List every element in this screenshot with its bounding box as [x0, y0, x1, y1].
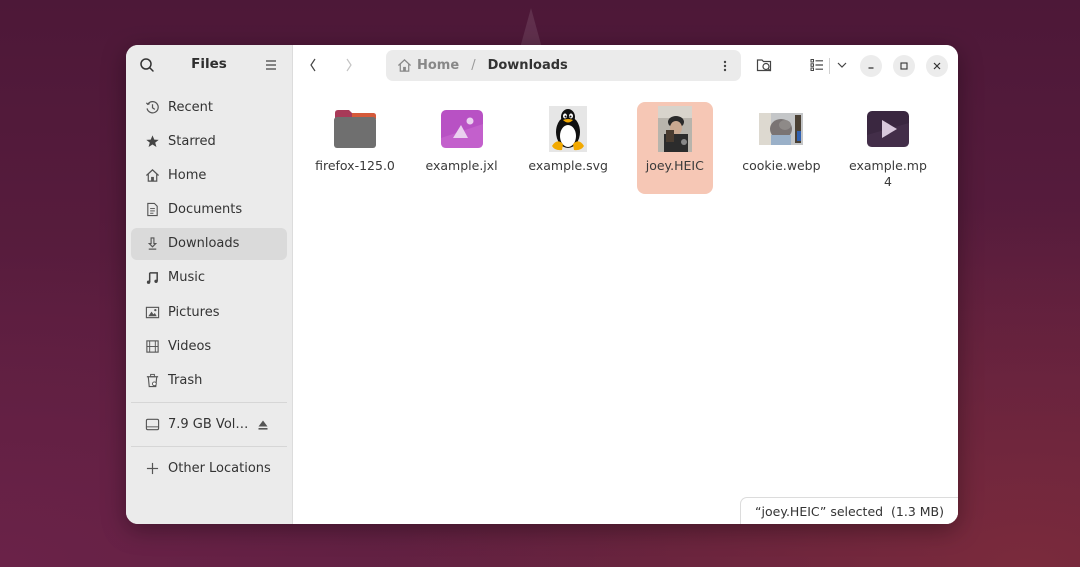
image-file-icon: [434, 104, 490, 154]
sidebar-item-label: Music: [168, 270, 205, 286]
tux-penguin-icon: [540, 104, 596, 154]
search-folder-button[interactable]: [753, 53, 777, 77]
sidebar-item-videos[interactable]: Videos: [131, 330, 287, 362]
download-icon: [144, 236, 160, 252]
sidebar-item-label: Downloads: [168, 236, 240, 252]
view-list-button[interactable]: [805, 53, 829, 77]
breadcrumb-home-label: Home: [417, 58, 460, 73]
toolbar-divider: [829, 58, 830, 74]
wallpaper-decoration: [520, 8, 542, 48]
sidebar-item-pictures[interactable]: Pictures: [131, 296, 287, 328]
file-item-example-mp4[interactable]: example.mp4: [849, 102, 927, 194]
file-grid: firefox-125.0 example.jxl example.svg jo…: [315, 102, 957, 194]
view-options-button[interactable]: [832, 53, 852, 77]
close-icon: [933, 62, 941, 70]
files-window: Files Recent Starred Home Documents Down…: [126, 45, 958, 524]
maximize-icon: [900, 62, 908, 70]
eject-icon[interactable]: [257, 419, 269, 431]
hamburger-menu-icon[interactable]: [264, 58, 278, 72]
sidebar-item-music[interactable]: Music: [131, 262, 287, 294]
sidebar-item-label: Recent: [168, 99, 213, 115]
plus-icon: [144, 461, 160, 477]
toolbar: Home / Downloads: [293, 45, 958, 85]
sidebar-item-volume[interactable]: 7.9 GB Vol…: [131, 409, 287, 441]
more-options-icon[interactable]: [719, 59, 731, 73]
file-item-firefox-folder[interactable]: firefox-125.0: [315, 102, 395, 194]
folder-search-icon: [756, 59, 772, 72]
picture-icon: [144, 304, 160, 320]
file-name: example.svg: [528, 158, 608, 173]
maximize-button[interactable]: [893, 55, 915, 77]
sidebar-divider: [131, 445, 287, 447]
close-button[interactable]: [926, 55, 948, 77]
drive-icon: [144, 417, 160, 433]
sidebar-item-home[interactable]: Home: [131, 159, 287, 191]
video-file-icon: [860, 104, 916, 154]
sidebar-divider: [131, 401, 287, 403]
photo-thumbnail: [753, 104, 809, 154]
minimize-button[interactable]: [860, 55, 882, 77]
home-icon: [397, 59, 412, 72]
back-button[interactable]: [301, 55, 325, 75]
sidebar-item-trash[interactable]: Trash: [131, 365, 287, 397]
home-icon: [144, 167, 160, 183]
sidebar-places: Recent Starred Home Documents Downloads …: [131, 91, 287, 487]
sidebar-item-recent[interactable]: Recent: [131, 91, 287, 123]
sidebar-item-label: Other Locations: [168, 461, 271, 476]
sidebar-item-label: Home: [168, 167, 207, 183]
file-name: joey.HEIC: [645, 158, 704, 173]
file-name: cookie.webp: [742, 158, 821, 173]
sidebar: Files Recent Starred Home Documents Down…: [126, 45, 293, 524]
sidebar-item-label: Trash: [168, 373, 203, 388]
chevron-left-icon: [310, 58, 316, 72]
sidebar-item-starred[interactable]: Starred: [131, 125, 287, 157]
sidebar-item-label: Pictures: [168, 304, 220, 320]
file-item-example-svg[interactable]: example.svg: [528, 102, 608, 194]
breadcrumb-current[interactable]: Downloads: [488, 58, 568, 73]
breadcrumb-separator: /: [471, 58, 476, 73]
folder-icon: [327, 104, 383, 154]
breadcrumb-home[interactable]: Home: [397, 58, 459, 73]
file-name: example.jxl: [425, 158, 498, 173]
minimize-icon: [868, 67, 874, 69]
selection-status-bar: “joey.HEIC” selected (1.3 MB): [740, 497, 958, 524]
file-item-cookie-webp[interactable]: cookie.webp: [742, 102, 821, 194]
photo-thumbnail: [647, 104, 703, 154]
music-icon: [144, 270, 160, 286]
main-content: Home / Downloads firefox-125.0 example.j…: [293, 45, 958, 524]
sidebar-header: Files: [126, 45, 292, 85]
document-icon: [144, 202, 160, 218]
status-text: “joey.HEIC” selected (1.3 MB): [755, 503, 944, 519]
path-bar: Home / Downloads: [386, 50, 741, 81]
sidebar-item-other-locations[interactable]: Other Locations: [131, 453, 287, 485]
file-item-joey-heic[interactable]: joey.HEIC: [636, 102, 713, 194]
file-name: firefox-125.0: [315, 158, 395, 173]
clock-icon: [144, 99, 160, 115]
sidebar-item-downloads[interactable]: Downloads: [131, 227, 287, 260]
forward-button[interactable]: [337, 55, 361, 75]
film-icon: [144, 338, 160, 354]
sidebar-item-label: Documents: [168, 202, 243, 218]
chevron-right-icon: [346, 58, 352, 72]
trash-icon: [144, 373, 160, 389]
sidebar-item-label: Starred: [168, 133, 216, 149]
chevron-down-icon: [837, 62, 847, 68]
sidebar-item-label: 7.9 GB Vol…: [168, 417, 249, 432]
sidebar-item-label: Videos: [168, 338, 212, 354]
sidebar-item-documents[interactable]: Documents: [131, 194, 287, 226]
file-item-example-jxl[interactable]: example.jxl: [424, 102, 500, 194]
file-name: example.mp4: [849, 158, 927, 189]
star-icon: [144, 133, 160, 149]
list-view-icon: [810, 59, 823, 71]
